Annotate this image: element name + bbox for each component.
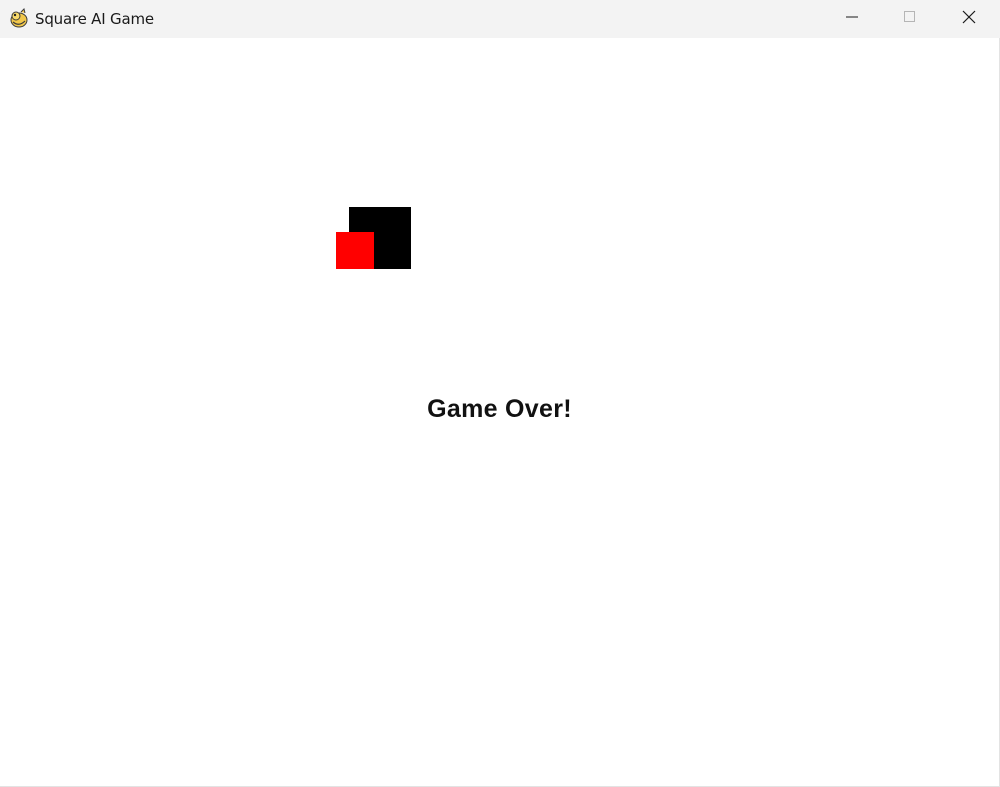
maximize-button[interactable] [881,0,939,38]
minimize-button[interactable] [823,0,881,38]
pygame-snake-icon [10,8,28,28]
close-icon [962,10,976,29]
game-window: Square AI Game Game Over! [0,0,1000,787]
title-bar[interactable]: Square AI Game [0,0,1000,38]
game-canvas[interactable]: Game Over! [0,38,999,786]
window-title: Square AI Game [35,10,154,28]
player-square [336,232,374,269]
maximize-icon [904,10,916,28]
game-over-text: Game Over! [427,395,572,423]
close-button[interactable] [940,0,998,38]
minimize-icon [846,10,858,28]
